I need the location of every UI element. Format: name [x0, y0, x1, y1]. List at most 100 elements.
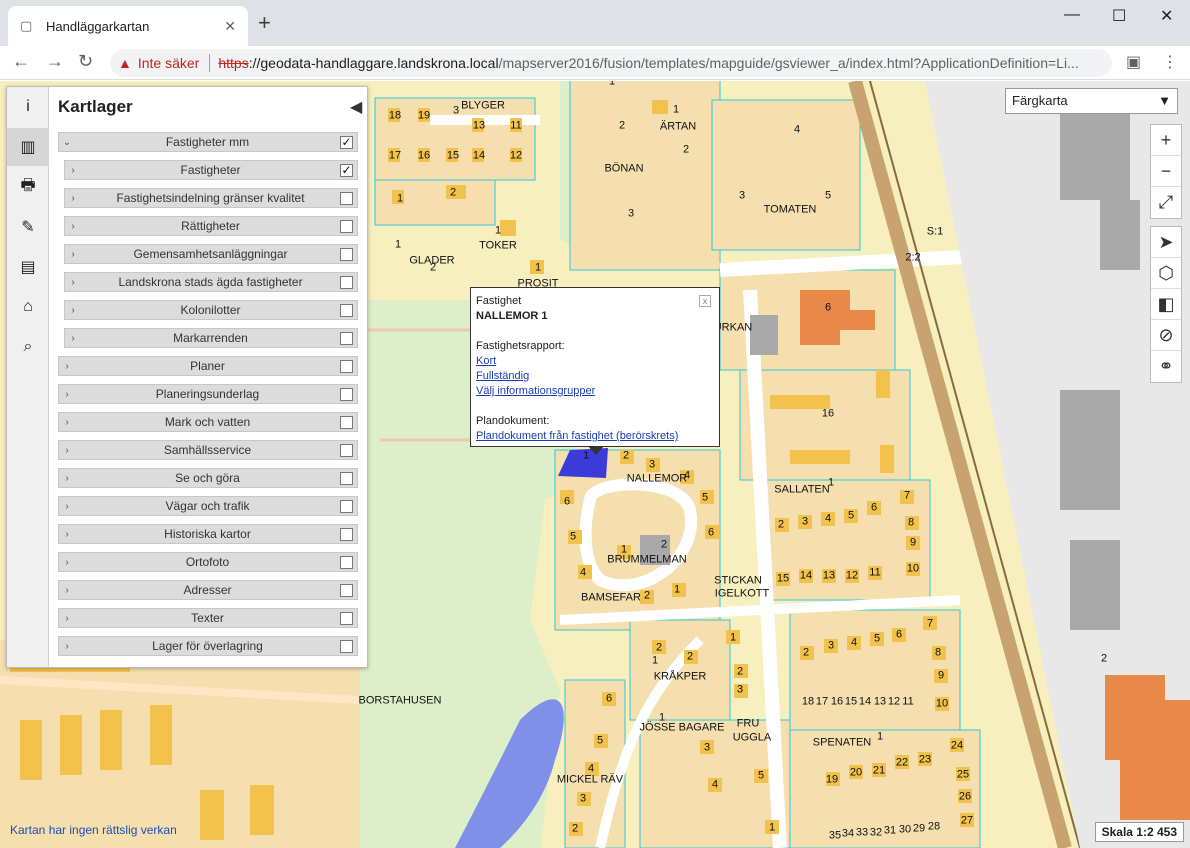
layer-row[interactable]: › Lager för överlagring [58, 636, 358, 656]
map-label: 4 [824, 512, 832, 525]
info-icon[interactable]: i [7, 88, 49, 126]
layer-checkbox[interactable] [340, 527, 353, 541]
chevron-right-icon[interactable]: › [59, 641, 75, 652]
minimize-icon[interactable]: — [1064, 6, 1080, 24]
search-icon[interactable]: ⌕ [7, 328, 49, 366]
layer-checkbox[interactable] [340, 331, 353, 345]
polygon-select-icon[interactable]: ⬡ [1151, 258, 1181, 289]
layer-row[interactable]: › Kolonilotter [64, 300, 358, 320]
layer-label: Se och göra [175, 471, 240, 485]
compass-icon[interactable]: ⊘ [1151, 320, 1181, 351]
layer-row[interactable]: › Markarrenden [64, 328, 358, 348]
layer-checkbox[interactable] [340, 611, 353, 625]
profile-badge-icon[interactable]: ▣ [1126, 52, 1141, 72]
layer-row[interactable]: › Rättigheter [64, 216, 358, 236]
layer-checkbox[interactable] [340, 387, 353, 401]
chevron-right-icon[interactable]: › [65, 277, 81, 288]
basemap-selected-value: Färgkarta [1012, 93, 1068, 108]
chevron-down-icon[interactable]: ⌄ [59, 137, 75, 148]
window-close-icon[interactable]: ✕ [1160, 6, 1173, 26]
layer-checkbox[interactable] [340, 471, 353, 485]
layer-row[interactable]: › Ortofoto [58, 552, 358, 572]
layer-checkbox[interactable]: ✓ [340, 135, 353, 149]
popup-close-button[interactable]: x [699, 295, 711, 307]
layer-checkbox[interactable] [340, 583, 353, 597]
layer-checkbox[interactable] [340, 443, 353, 457]
chevron-right-icon[interactable]: › [65, 193, 81, 204]
browser-tab[interactable]: ▢ Handläggarkartan ✕ [8, 6, 248, 46]
tab-close-icon[interactable]: ✕ [224, 18, 236, 35]
layer-label: Kolonilotter [180, 303, 241, 317]
collapse-panel-icon[interactable]: ◀ [350, 97, 362, 117]
layer-row[interactable]: › Planeringsunderlag [58, 384, 358, 404]
fullscreen-icon[interactable]: ⤢ [1151, 187, 1181, 218]
link-kort[interactable]: Kort [476, 354, 714, 369]
map-label: 15 [844, 695, 858, 708]
chevron-right-icon[interactable]: › [65, 305, 81, 316]
chevron-right-icon[interactable]: › [65, 249, 81, 260]
link-fullstandig[interactable]: Fullständig [476, 369, 714, 384]
address-bar[interactable]: ▲ Inte säker https ://geodata-handlaggar… [110, 49, 1112, 77]
pencil-icon[interactable]: ✎ [7, 208, 49, 246]
chevron-right-icon[interactable]: › [59, 417, 75, 428]
document-icon[interactable]: ▤ [7, 248, 49, 286]
layer-row[interactable]: ⌄ Fastigheter mm ✓ [58, 132, 358, 152]
layer-row[interactable]: › Vägar och trafik [58, 496, 358, 516]
chevron-right-icon[interactable]: › [59, 585, 75, 596]
map-label: 2 [571, 822, 579, 835]
map-layers-icon[interactable]: ▥ [7, 128, 49, 166]
map-label: ÄRTAN [659, 120, 697, 133]
chevron-right-icon[interactable]: › [59, 473, 75, 484]
layer-row[interactable]: › Samhällsservice [58, 440, 358, 460]
chevron-right-icon[interactable]: › [65, 221, 81, 232]
chevron-right-icon[interactable]: › [65, 333, 81, 344]
layer-row[interactable]: › Mark och vatten [58, 412, 358, 432]
layer-checkbox[interactable] [340, 275, 353, 289]
chevron-right-icon[interactable]: › [65, 165, 81, 176]
layer-row[interactable]: › Landskrona stads ägda fastigheter [64, 272, 358, 292]
chevron-right-icon[interactable]: › [59, 361, 75, 372]
zoom-out-button[interactable]: − [1151, 156, 1181, 187]
link-plandokument[interactable]: Plandokument från fastighet (berörskrets… [476, 429, 714, 444]
locate-arrow-icon[interactable]: ➤ [1151, 227, 1181, 258]
zoom-in-button[interactable]: + [1151, 125, 1181, 156]
layer-checkbox[interactable] [340, 555, 353, 569]
layer-checkbox[interactable] [340, 415, 353, 429]
chevron-right-icon[interactable]: › [59, 557, 75, 568]
print-icon[interactable]: 🖶 [7, 168, 49, 206]
map-book-icon[interactable]: ◧ [1151, 289, 1181, 320]
chevron-right-icon[interactable]: › [59, 389, 75, 400]
layer-row[interactable]: › Texter [58, 608, 358, 628]
layer-checkbox[interactable] [340, 639, 353, 653]
layer-row[interactable]: › Gemensamhetsanläggningar [64, 244, 358, 264]
back-arrow-icon[interactable]: ← [12, 51, 30, 72]
layer-row[interactable]: › Se och göra [58, 468, 358, 488]
chevron-right-icon[interactable]: › [59, 613, 75, 624]
layer-row[interactable]: › Fastigheter ✓ [64, 160, 358, 180]
basemap-select[interactable]: Färgkarta ▼ [1005, 88, 1178, 114]
link-icon[interactable]: ⚭ [1151, 351, 1181, 382]
layer-row[interactable]: › Historiska kartor [58, 524, 358, 544]
chevron-right-icon[interactable]: › [59, 529, 75, 540]
layer-row[interactable]: › Adresser [58, 580, 358, 600]
layer-checkbox[interactable] [340, 303, 353, 317]
map-label: 6 [563, 495, 571, 508]
kebab-menu-icon[interactable]: ⋮ [1162, 52, 1178, 72]
forward-arrow-icon[interactable]: → [46, 51, 64, 72]
layer-checkbox[interactable] [340, 247, 353, 261]
layer-checkbox[interactable] [340, 499, 353, 513]
chevron-right-icon[interactable]: › [59, 501, 75, 512]
new-tab-icon[interactable]: + [258, 12, 271, 34]
layer-row[interactable]: › Planer [58, 356, 358, 376]
maximize-icon[interactable]: ☐ [1112, 6, 1126, 26]
map-label: 33 [855, 826, 869, 839]
layer-row[interactable]: › Fastighetsindelning gränser kvalitet [64, 188, 358, 208]
layer-checkbox[interactable] [340, 219, 353, 233]
home-icon[interactable]: ⌂ [7, 288, 49, 326]
chevron-right-icon[interactable]: › [59, 445, 75, 456]
layer-checkbox[interactable] [340, 191, 353, 205]
layer-checkbox[interactable] [340, 359, 353, 373]
layer-checkbox[interactable]: ✓ [340, 163, 353, 177]
reload-icon[interactable]: ↻ [78, 51, 93, 72]
link-informationsgrupper[interactable]: Välj informationsgrupper [476, 384, 714, 399]
